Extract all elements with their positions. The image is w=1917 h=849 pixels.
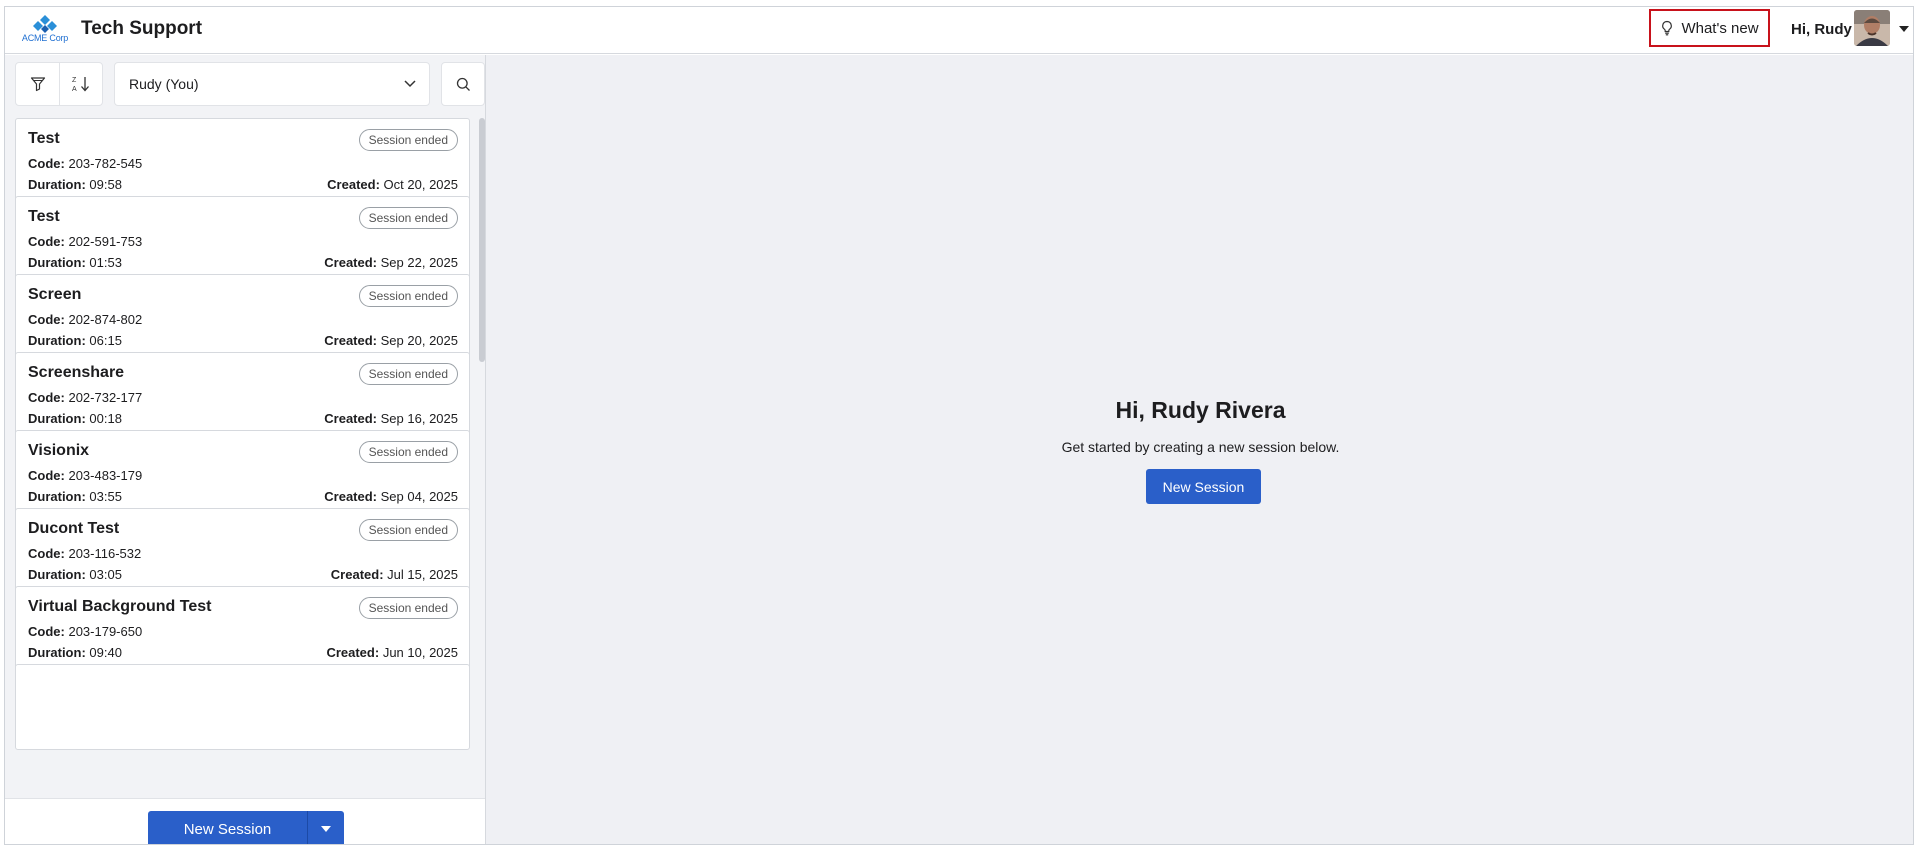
- session-code: Code: 202-591-753: [28, 234, 143, 249]
- session-card[interactable]: Visionix Session ended Code: 203-483-179…: [15, 430, 470, 516]
- new-session-button[interactable]: New Session: [148, 811, 308, 844]
- session-card[interactable]: Virtual Background Test Session ended Co…: [15, 586, 470, 672]
- sessions-footer: New Session: [5, 798, 485, 844]
- session-code: Code: 202-874-802: [28, 312, 143, 327]
- main-new-session-button[interactable]: New Session: [1146, 469, 1261, 504]
- session-created: Created: Sep 04, 2025: [324, 489, 458, 504]
- session-name: Ducont Test: [28, 520, 120, 537]
- session-created: Created: Jun 10, 2025: [326, 645, 458, 660]
- status-badge: Session ended: [358, 285, 458, 307]
- svg-text:A: A: [72, 86, 77, 93]
- session-name: Visionix: [28, 442, 90, 459]
- status-badge: Session ended: [358, 441, 458, 463]
- status-badge: Session ended: [358, 363, 458, 385]
- logo-text: ACME Corp: [21, 33, 69, 43]
- app-window: ACME Corp Tech Support What's new Hi, Ru…: [4, 6, 1914, 845]
- sort-az-icon: Z A: [72, 77, 89, 93]
- session-card[interactable]: Ducont Test Session ended Code: 203-116-…: [15, 508, 470, 594]
- session-name: Screen: [28, 286, 82, 303]
- filter-icon: [30, 77, 45, 92]
- session-code: Code: 203-782-545: [28, 156, 143, 171]
- session-created: Created: Sep 22, 2025: [324, 255, 458, 270]
- search-icon: [456, 77, 470, 91]
- session-created: Created: Sep 16, 2025: [324, 411, 458, 426]
- lightbulb-icon: [1662, 20, 1673, 36]
- session-code: Code: 203-116-532: [28, 546, 142, 561]
- avatar[interactable]: [1854, 10, 1890, 46]
- session-card[interactable]: Test Session ended Code: 202-591-753 Dur…: [15, 196, 470, 282]
- session-duration: Duration: 00:18: [28, 411, 122, 426]
- session-duration: Duration: 06:15: [28, 333, 122, 348]
- filter-button[interactable]: [16, 63, 59, 105]
- session-code: Code: 202-732-177: [28, 390, 143, 405]
- session-duration: Duration: 03:05: [28, 567, 122, 582]
- session-duration: Duration: 01:53: [28, 255, 122, 270]
- search-button[interactable]: [441, 62, 485, 106]
- welcome-subtitle: Get started by creating a new session be…: [1061, 439, 1340, 455]
- welcome-title: Hi, Rudy Rivera: [1115, 397, 1286, 423]
- session-code: Code: 203-483-179: [28, 468, 143, 483]
- status-badge: Session ended: [358, 597, 458, 619]
- sort-button[interactable]: Z A: [59, 63, 102, 105]
- session-created: Created: Oct 20, 2025: [327, 177, 458, 192]
- status-badge: Session ended: [358, 207, 458, 229]
- session-name: Test: [28, 130, 60, 147]
- session-name: Virtual Background Test: [28, 598, 212, 615]
- svg-text:Z: Z: [72, 77, 77, 84]
- session-card[interactable]: Test Session ended Code: 203-782-545 Dur…: [15, 118, 470, 204]
- session-name: Test: [28, 208, 60, 225]
- new-session-split-button: New Session: [148, 811, 344, 844]
- status-badge: Session ended: [358, 129, 458, 151]
- session-code: Code: 203-179-650: [28, 624, 143, 639]
- main-content: Hi, Rudy Rivera Get started by creating …: [486, 55, 1913, 844]
- acme-diamond-icon: [33, 15, 57, 33]
- status-badge: Session ended: [358, 519, 458, 541]
- session-list-scrollbar[interactable]: [479, 118, 485, 362]
- session-card[interactable]: Screen Session ended Code: 202-874-802 D…: [15, 274, 470, 360]
- user-greeting: Hi, Rudy: [1791, 21, 1852, 38]
- top-header: ACME Corp Tech Support What's new Hi, Ru…: [5, 7, 1913, 54]
- session-created: Created: Sep 20, 2025: [324, 333, 458, 348]
- session-name: Screenshare: [28, 364, 125, 381]
- whats-new-label: What's new: [1681, 19, 1759, 37]
- caret-down-icon: [321, 826, 331, 832]
- session-duration: Duration: 03:55: [28, 489, 122, 504]
- sessions-panel: Z A Rudy (You) Test Session ended Code: …: [5, 55, 486, 844]
- user-filter-select[interactable]: Rudy (You): [114, 62, 430, 106]
- user-filter-value: Rudy (You): [129, 76, 199, 92]
- chevron-down-icon: [404, 80, 416, 88]
- user-menu-caret-icon[interactable]: [1898, 23, 1910, 35]
- new-session-options-button[interactable]: [308, 811, 344, 844]
- session-card[interactable]: Screenshare Session ended Code: 202-732-…: [15, 352, 470, 438]
- session-card-partial[interactable]: [15, 664, 470, 750]
- avatar-photo-icon: [1854, 10, 1890, 46]
- whats-new-button[interactable]: What's new: [1649, 9, 1770, 47]
- session-list: Test Session ended Code: 203-782-545 Dur…: [15, 118, 470, 778]
- session-created: Created: Jul 15, 2025: [330, 567, 458, 582]
- session-duration: Duration: 09:40: [28, 645, 122, 660]
- filter-sort-group: Z A: [15, 62, 103, 106]
- app-title: Tech Support: [81, 18, 203, 39]
- acme-logo[interactable]: ACME Corp: [19, 13, 71, 47]
- session-duration: Duration: 09:58: [28, 177, 122, 192]
